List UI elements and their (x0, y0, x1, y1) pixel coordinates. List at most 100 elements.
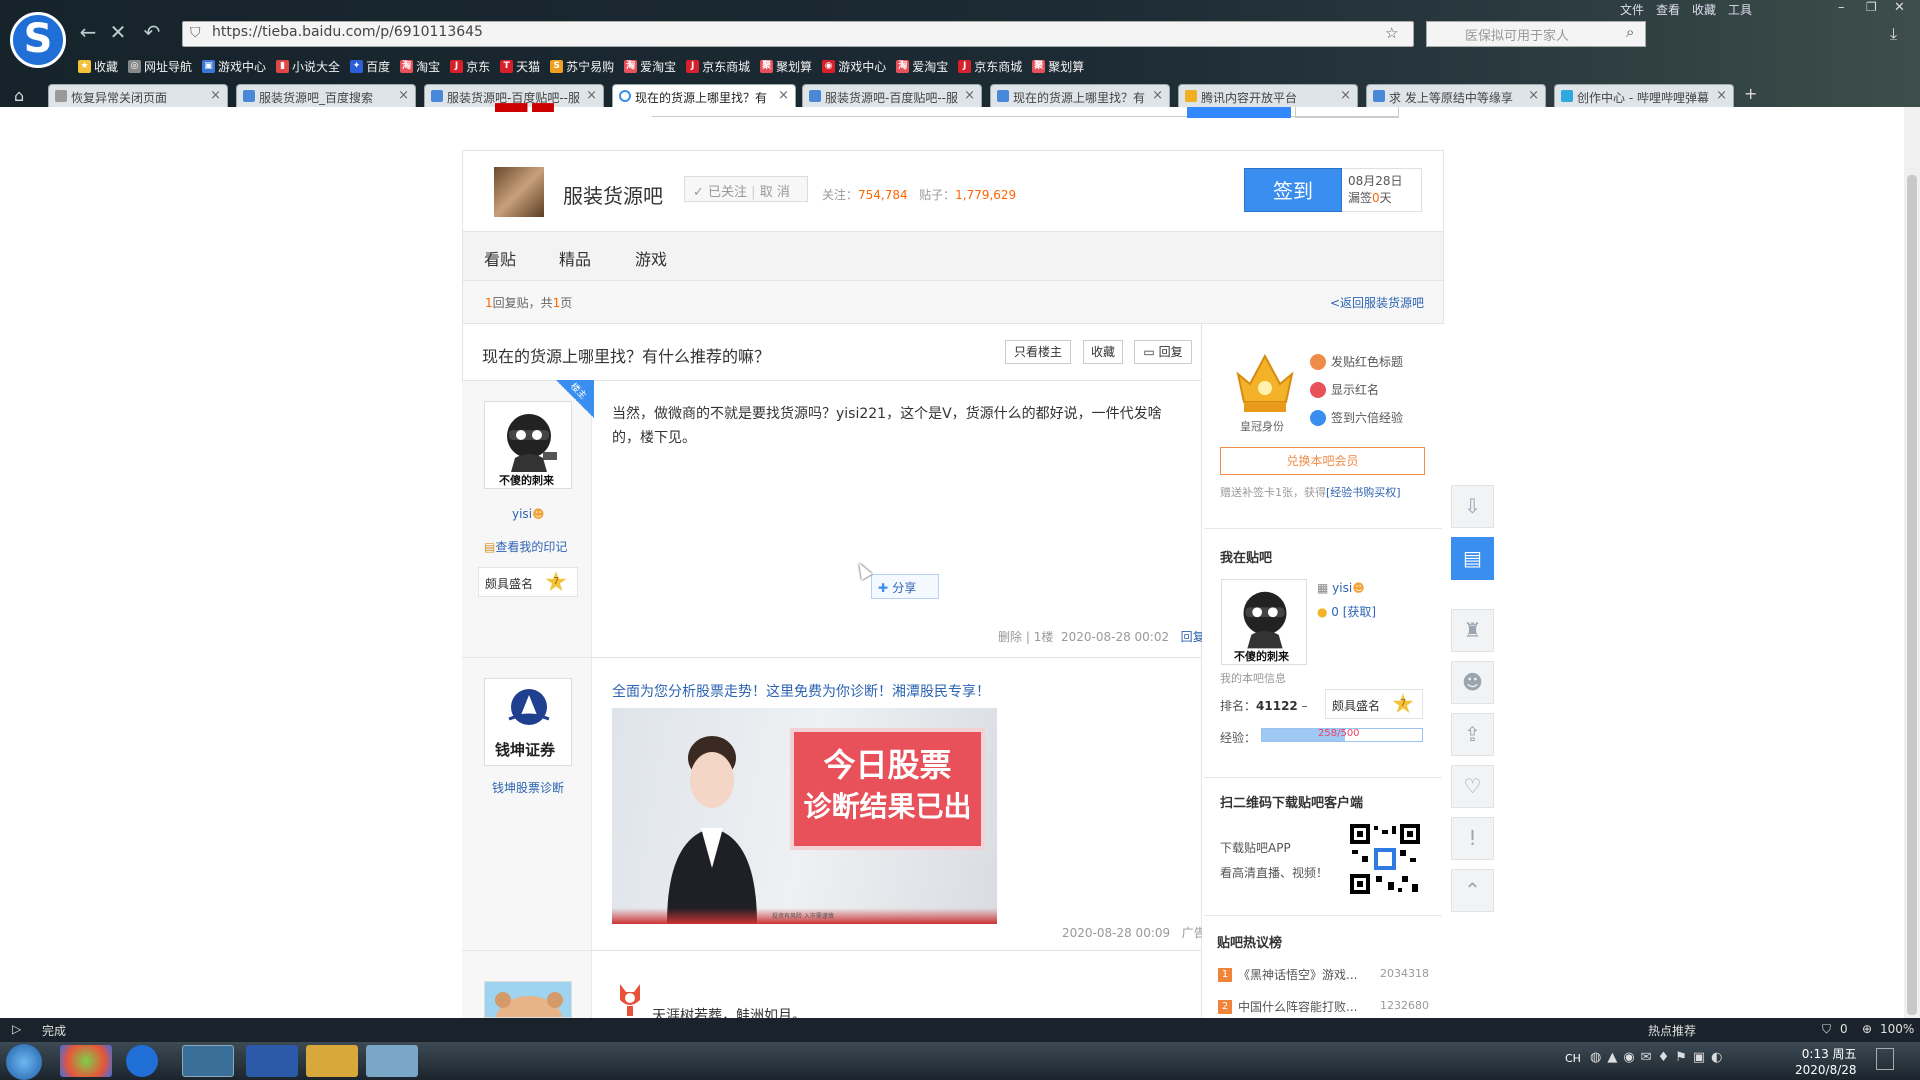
post3-avatar[interactable] (484, 981, 572, 1018)
download-app-icon[interactable]: ⇩ (1451, 485, 1494, 528)
tab-item[interactable]: 现在的货源上哪里找？有 × (990, 84, 1170, 107)
forum-name[interactable]: 服装货源吧 (563, 180, 663, 209)
address-text[interactable]: https://tieba.baidu.com/p/6910113645 (212, 24, 483, 40)
zoom-icon[interactable]: ⊕ (1862, 1022, 1872, 1036)
close-tab-icon[interactable]: × (1152, 88, 1163, 103)
ad-link[interactable]: 全面为您分析股票走势！这里免费为你诊断！湘潭股民专享！ (612, 681, 990, 701)
star-icon[interactable]: ☆ (1385, 24, 1398, 42)
scrollbar-thumb[interactable] (1907, 175, 1917, 1015)
bookmark-item[interactable]: ★ 收藏 (78, 56, 118, 76)
bookmark-item[interactable]: ✦ 百度 (350, 56, 390, 76)
close-tab-icon[interactable]: × (1528, 88, 1539, 103)
bookmark-item[interactable]: J 京东商城 (686, 56, 750, 76)
browser-logo-icon[interactable]: S (10, 12, 66, 68)
bookmark-item[interactable]: 淘爱淘宝 (896, 56, 948, 76)
tray-icons[interactable]: ◍▲◉✉♦⚑▣◐ (1590, 1050, 1770, 1068)
report-icon[interactable]: ! (1451, 817, 1494, 860)
header-search-button[interactable] (1187, 107, 1291, 118)
restore-icon[interactable]: ❐ (1866, 0, 1877, 14)
exp-book-link[interactable]: [经验书购买权] (1326, 486, 1401, 499)
tab-item[interactable]: 服装货源吧_百度搜索 × (236, 84, 416, 107)
new-tab-icon[interactable]: + (1744, 84, 1757, 103)
tab-item-active[interactable]: 现在的货源上哪里找？有 × (612, 84, 796, 107)
bookmark-item[interactable]: 聚聚划算 (1032, 56, 1084, 76)
tab-games[interactable]: 游戏 (635, 246, 667, 270)
menu-favorites[interactable]: 收藏 (1692, 1, 1716, 18)
search-icon[interactable]: ⌕ (1626, 23, 1634, 41)
reply-button[interactable]: ▭ 回复 (1134, 340, 1192, 364)
tab-item[interactable]: 服装货源吧-百度贴吧--服 × (802, 84, 982, 107)
ad-avatar[interactable]: 钱坤证券 (484, 678, 572, 766)
bookmark-item[interactable]: ▣ 游戏中心 (202, 56, 266, 76)
hot-topic-item[interactable]: 1 《黑神话悟空》游戏... (1218, 966, 1357, 983)
start-button[interactable] (6, 1044, 42, 1080)
close-tab-icon[interactable]: × (398, 88, 409, 103)
heart-icon[interactable]: ♡ (1451, 765, 1494, 808)
hot-topic-item[interactable]: 2 中国什么阵容能打败... (1218, 998, 1357, 1015)
sign-in-button[interactable]: 签到 (1244, 168, 1342, 212)
header-secondary-button[interactable] (1295, 107, 1399, 118)
menu-file[interactable]: 文件 (1620, 1, 1644, 18)
back-icon[interactable]: ← (76, 20, 100, 44)
bookmark-item[interactable]: 淘淘宝 (400, 56, 440, 76)
tab-featured[interactable]: 精品 (559, 246, 591, 270)
reputation-badge[interactable]: 颇具盛名 7 (1325, 689, 1423, 719)
taskbar-app-icon[interactable] (60, 1045, 112, 1077)
minimize-icon[interactable]: – (1838, 0, 1845, 15)
collect-button[interactable]: 收藏 (1083, 340, 1123, 364)
bookmark-item[interactable]: 聚聚划算 (760, 56, 812, 76)
back-to-top-icon[interactable]: ⌃ (1451, 869, 1494, 912)
input-language[interactable]: CH (1565, 1052, 1581, 1065)
delete-link[interactable]: 删除 (998, 630, 1022, 644)
taskbar-notepad-icon[interactable] (366, 1045, 418, 1077)
taskbar-k-icon[interactable] (126, 1045, 158, 1077)
imprint-link[interactable]: ▤查看我的印记 (484, 538, 567, 555)
bookmark-item[interactable]: T 天猫 (500, 56, 540, 76)
bookmark-item[interactable]: ▮ 小说大全 (276, 56, 340, 76)
message-icon[interactable]: ▤ (1451, 537, 1494, 580)
play-icon[interactable]: ▷ (12, 1022, 21, 1036)
tab-item[interactable]: 求 发上等原结中等缘享 × (1366, 84, 1546, 107)
bookmark-item[interactable]: S 苏宁易购 (550, 56, 614, 76)
zoom-level[interactable]: 100% (1880, 1022, 1914, 1036)
unfollow-link[interactable]: 取 消 (760, 185, 790, 200)
bookmark-item[interactable]: J 京东商城 (958, 56, 1022, 76)
undo-icon[interactable]: ↶ (140, 20, 164, 44)
close-tab-icon[interactable]: × (964, 88, 975, 103)
bookmark-item[interactable]: ◎ 网址导航 (128, 56, 192, 76)
close-tab-icon[interactable]: × (1716, 88, 1727, 103)
bear-face-icon[interactable]: ☻ (1451, 661, 1494, 704)
back-to-forum-link[interactable]: <返回服装货源吧 (1330, 294, 1424, 311)
only-op-button[interactable]: 只看楼主 (1005, 340, 1071, 364)
reputation-badge[interactable]: 颇具盛名 7 (478, 567, 578, 597)
stop-icon[interactable]: ✕ (106, 20, 130, 44)
close-tab-icon[interactable]: × (1340, 88, 1351, 103)
ad-image[interactable]: 今日股票 诊断结果已出 投资有风险 入市需谨慎 (612, 708, 997, 924)
magic-hat-icon[interactable]: ♜ (1451, 609, 1494, 652)
forum-avatar[interactable] (494, 167, 544, 217)
my-avatar[interactable]: 不傻的刺来 (1221, 579, 1307, 665)
tab-posts[interactable]: 看贴 (484, 246, 516, 270)
download-icon[interactable]: ⤓ (1890, 24, 1897, 44)
bookmark-item[interactable]: J 京东 (450, 56, 490, 76)
redeem-membership-button[interactable]: 兑换本吧会员 (1220, 447, 1425, 475)
hot-recommend[interactable]: 热点推荐 (1648, 1022, 1696, 1039)
shield-icon[interactable]: ⛉ (1822, 1022, 1831, 1037)
follow-button[interactable]: ✓ 已关注 | 取 消 (684, 176, 808, 202)
close-tab-icon[interactable]: × (778, 88, 789, 103)
post1-username[interactable]: yisi☻ (512, 507, 545, 521)
show-desktop-icon[interactable] (1876, 1048, 1894, 1070)
share-button[interactable]: ✚ 分享 (871, 574, 939, 599)
taskbar-folder-icon[interactable] (306, 1045, 358, 1077)
clock[interactable]: 0:13 周五 2020/8/28 (1795, 1046, 1857, 1078)
tab-item[interactable]: 腾讯内容开放平台 × (1178, 84, 1358, 107)
get-coins-link[interactable]: ● 0 [获取] (1317, 603, 1376, 620)
tab-item[interactable]: 创作中心 - 哔哩哔哩弹幕 × (1554, 84, 1734, 107)
menu-view[interactable]: 查看 (1656, 1, 1680, 18)
my-username[interactable]: ▦ yisi☻ (1317, 581, 1365, 595)
taskbar-browser-icon[interactable] (182, 1045, 234, 1077)
ad-username[interactable]: 钱坤股票诊断 (492, 779, 564, 796)
home-icon[interactable]: ⌂ (14, 86, 24, 105)
bookmark-item[interactable]: ◉ 游戏中心 (822, 56, 886, 76)
reply-link[interactable]: 回复 (1181, 630, 1205, 644)
